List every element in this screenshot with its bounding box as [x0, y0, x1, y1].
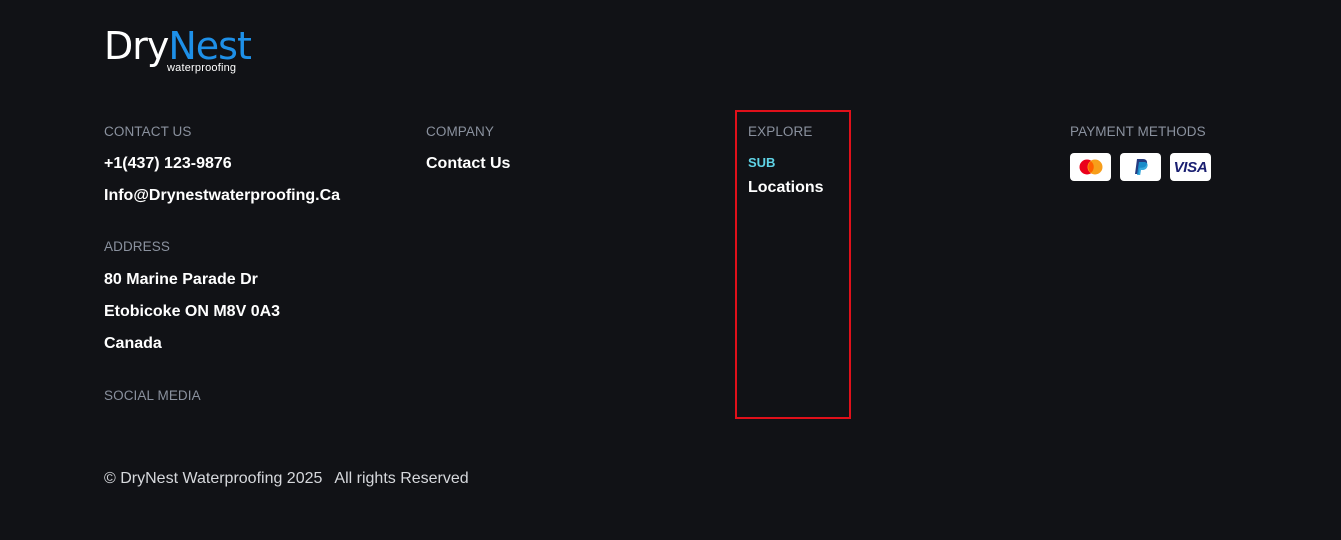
payment-heading: PAYMENT METHODS — [1070, 124, 1206, 139]
brand-wordmark: DryNest — [104, 24, 252, 68]
copyright-text: © DryNest Waterproofing 2025 — [104, 470, 323, 487]
brand-logo[interactable]: DryNest waterproofing — [104, 26, 254, 78]
contact-heading: CONTACT US — [104, 124, 192, 139]
address-heading: ADDRESS — [104, 239, 170, 254]
rights-text: All rights Reserved — [334, 470, 469, 487]
company-column: COMPANY Contact Us — [426, 124, 626, 174]
explore-sub-label: SUB — [748, 155, 776, 170]
company-heading: COMPANY — [426, 124, 494, 139]
paypal-icon — [1120, 153, 1161, 181]
explore-heading: EXPLORE — [748, 124, 813, 139]
footer-copyright: © DryNest Waterproofing 2025 All rights R… — [104, 469, 469, 489]
brand-tagline: waterproofing — [167, 62, 237, 74]
visa-label: VISA — [1173, 158, 1208, 176]
locations-link[interactable]: Locations — [748, 178, 848, 198]
contact-us-link[interactable]: Contact Us — [426, 154, 626, 174]
social-media-heading: SOCIAL MEDIA — [104, 388, 201, 403]
contact-column: CONTACT US +1(437) 123-9876 Info@Drynest… — [104, 124, 404, 404]
phone-link[interactable]: +1(437) 123-9876 — [104, 154, 404, 174]
mastercard-icon — [1070, 153, 1111, 181]
email-link[interactable]: Info@Drynestwaterproofing.Ca — [104, 186, 404, 206]
address-line-2: Etobicoke ON M8V 0A3 — [104, 303, 281, 320]
address-line-1: 80 Marine Parade Dr — [104, 271, 258, 288]
visa-icon: VISA — [1170, 153, 1211, 181]
address-line-3: Canada — [104, 335, 162, 352]
payment-column: PAYMENT METHODS VISA — [1070, 124, 1270, 181]
explore-column: EXPLORE SUB Locations — [748, 124, 848, 198]
payment-methods-list: VISA — [1070, 153, 1270, 181]
